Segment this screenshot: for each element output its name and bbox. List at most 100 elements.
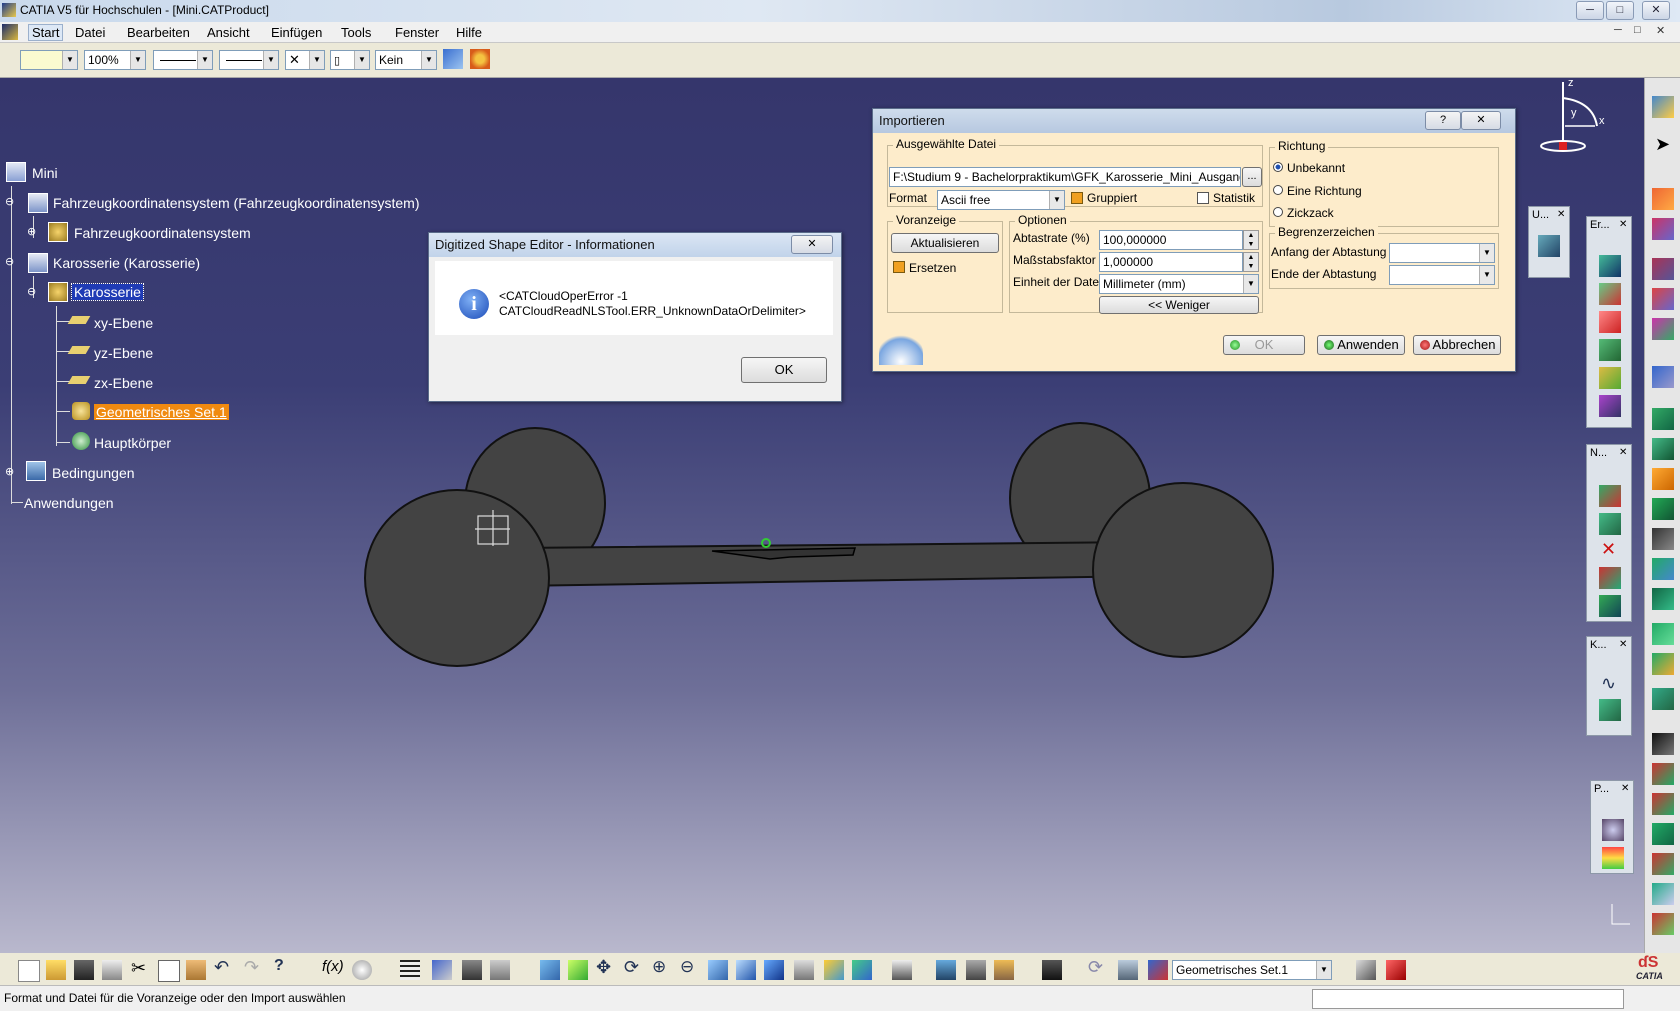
compass-icon[interactable]: z y x xyxy=(1535,78,1635,160)
menu-ansicht[interactable]: Ansicht xyxy=(207,25,250,40)
mesh-tool-icon[interactable] xyxy=(1599,339,1621,361)
select-arrow-icon[interactable]: ➤ xyxy=(1655,134,1670,155)
workbench-icon[interactable] xyxy=(1652,96,1674,118)
radio-zigzag[interactable] xyxy=(1273,207,1283,217)
close-icon[interactable]: ✕ xyxy=(1621,783,1629,794)
inner-close-button[interactable]: ✕ xyxy=(1656,24,1665,37)
redo-icon[interactable]: ↷ xyxy=(244,957,259,978)
extract-tool-icon[interactable] xyxy=(1652,793,1674,815)
info-ok-button[interactable]: OK xyxy=(741,357,827,383)
comment-icon[interactable] xyxy=(352,960,372,980)
zoom-out-icon[interactable]: ⊖ xyxy=(680,957,694,977)
measure-between-icon[interactable] xyxy=(936,960,956,980)
update-icon[interactable] xyxy=(892,960,912,980)
sphere-tool-icon[interactable] xyxy=(1652,468,1674,490)
cut-icon[interactable]: ✂ xyxy=(131,958,146,979)
properties-icon[interactable] xyxy=(470,49,490,69)
close-icon[interactable]: ✕ xyxy=(1557,209,1565,220)
refresh-icon[interactable]: ⟳ xyxy=(1088,957,1103,978)
gear-icon[interactable] xyxy=(48,222,68,242)
tree-node-applications[interactable]: Anwendungen xyxy=(24,495,114,511)
projection-tool-icon[interactable] xyxy=(1652,318,1674,340)
tree-view-icon[interactable] xyxy=(432,960,452,980)
inner-restore-button[interactable]: □ xyxy=(1634,24,1641,36)
sampling-spinner[interactable]: ▲ ▼ xyxy=(1243,230,1259,250)
only-current-body-icon[interactable] xyxy=(1386,960,1406,980)
render-mode-icon[interactable] xyxy=(794,960,814,980)
product-icon[interactable] xyxy=(6,162,26,182)
radio-one-direction[interactable] xyxy=(1273,185,1283,195)
part-icon[interactable] xyxy=(28,193,48,213)
rotate-icon[interactable]: ⟳ xyxy=(624,957,639,978)
section-tool-icon[interactable] xyxy=(1599,311,1621,333)
extrude-tool-icon[interactable] xyxy=(1652,408,1674,430)
cancel-button[interactable]: Abbrechen xyxy=(1413,335,1501,355)
tree-node-xy-plane[interactable]: xy-Ebene xyxy=(94,315,153,331)
render-style-combo[interactable]: ▯ ▼ xyxy=(330,50,370,70)
plane-tool-icon[interactable] xyxy=(1652,288,1674,310)
new-icon[interactable] xyxy=(18,960,40,982)
menu-tools[interactable]: Tools xyxy=(341,25,371,40)
tree-node-fahrzeug[interactable]: Fahrzeugkoordinatensystem (Fahrzeugkoord… xyxy=(53,195,420,211)
menu-datei[interactable]: Datei xyxy=(75,25,105,40)
inner-minimize-button[interactable]: ─ xyxy=(1614,24,1622,36)
linetype-combo[interactable]: ▼ xyxy=(219,50,279,70)
filter-tool-icon[interactable] xyxy=(1599,485,1621,507)
cloud-tool-icon[interactable] xyxy=(1599,283,1621,305)
paste-icon[interactable] xyxy=(186,960,206,980)
import-tool-icon[interactable] xyxy=(1538,235,1560,257)
gear-icon[interactable] xyxy=(48,282,68,302)
tree-node-mini[interactable]: Mini xyxy=(32,165,58,181)
profile-tool-icon[interactable] xyxy=(1599,395,1621,417)
radio-unknown[interactable] xyxy=(1273,162,1283,172)
close-icon[interactable]: ✕ xyxy=(1619,447,1627,458)
split-tool-icon[interactable] xyxy=(1652,688,1674,710)
part-icon[interactable] xyxy=(28,253,48,273)
join-tool-icon[interactable] xyxy=(1652,653,1674,675)
fit-all-icon[interactable] xyxy=(568,960,588,980)
unit-select[interactable]: Millimeter (mm) ▼ xyxy=(1099,274,1259,294)
formula-icon[interactable]: f(x) xyxy=(322,958,344,975)
close-window-button[interactable]: ✕ xyxy=(1642,1,1670,20)
format-select[interactable]: Ascii free ▼ xyxy=(937,190,1065,210)
expand-icon[interactable]: ⊕ xyxy=(5,465,14,478)
copy-icon[interactable] xyxy=(158,960,180,982)
painter-icon[interactable] xyxy=(443,49,463,69)
sampling-field[interactable]: 100,000000 xyxy=(1099,230,1243,250)
curve-tool-icon[interactable] xyxy=(1599,255,1621,277)
iso-view-icon[interactable] xyxy=(764,960,784,980)
menu-start[interactable]: Start xyxy=(28,24,64,41)
trim-tool-icon[interactable] xyxy=(1652,763,1674,785)
document-icon[interactable] xyxy=(2,24,18,40)
define-work-object-icon[interactable] xyxy=(1148,960,1168,980)
maximize-button[interactable]: □ xyxy=(1606,1,1634,20)
scale-field[interactable]: 1,000000 xyxy=(1099,252,1243,272)
save-icon[interactable] xyxy=(74,960,94,980)
end-sampling-select[interactable]: ▼ xyxy=(1389,265,1495,285)
zoom-in-icon[interactable]: ⊕ xyxy=(652,957,666,977)
tree-node-constraints[interactable]: Bedingungen xyxy=(52,465,135,481)
curve-icon[interactable]: ∿ xyxy=(1601,673,1616,694)
collapse-icon[interactable]: ⊖ xyxy=(5,255,14,268)
browse-button[interactable]: ... xyxy=(1242,167,1262,187)
sketch-tool-icon[interactable] xyxy=(1652,188,1674,210)
law-tool-icon[interactable] xyxy=(1652,913,1674,935)
tree-node-yz-plane[interactable]: yz-Ebene xyxy=(94,345,153,361)
help-icon[interactable]: ? xyxy=(274,957,284,975)
menu-fenster[interactable]: Fenster xyxy=(395,25,439,40)
open-icon[interactable] xyxy=(46,960,66,980)
tree-node-karosserie[interactable]: Karosserie (Karosserie) xyxy=(53,255,200,271)
tree-node-karosserie-part[interactable]: Karosserie xyxy=(71,283,144,301)
protect-tool-icon[interactable] xyxy=(1599,567,1621,589)
catalog-icon[interactable] xyxy=(490,960,510,980)
import-ok-button[interactable]: OK xyxy=(1223,335,1305,355)
current-set-select[interactable]: Geometrisches Set.1 ▼ xyxy=(1172,960,1332,980)
file-path-field[interactable]: F:\Studium 9 - Bachelorpraktikum\GFK_Kar… xyxy=(889,167,1241,187)
expand-icon[interactable]: ⊕ xyxy=(27,225,36,238)
table-icon[interactable] xyxy=(400,960,420,980)
loft-tool-icon[interactable] xyxy=(1652,588,1674,610)
tree-node-fahrzeug-part[interactable]: Fahrzeugkoordinatensystem xyxy=(74,225,251,241)
pan-icon[interactable]: ✥ xyxy=(596,957,611,978)
deviation-tool-icon[interactable] xyxy=(1602,847,1624,869)
fly-icon[interactable] xyxy=(540,960,560,980)
